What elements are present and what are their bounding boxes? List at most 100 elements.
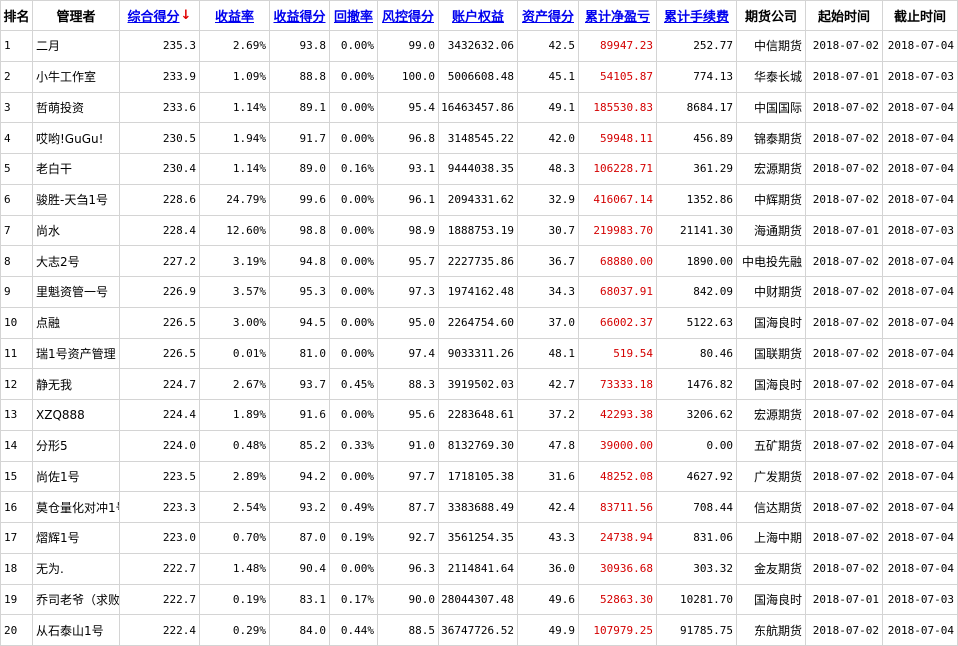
cell-end-date: 2018-07-04	[883, 523, 958, 554]
cell-start-date: 2018-07-02	[806, 615, 883, 646]
cell-composite-score: 227.2	[120, 246, 200, 277]
cell-rank: 16	[0, 492, 33, 523]
cell-end-date: 2018-07-04	[883, 553, 958, 585]
cell-rank: 19	[0, 584, 33, 616]
cell-end-date: 2018-07-04	[883, 92, 958, 124]
cell-return-score: 89.1	[270, 92, 330, 124]
sort-by-drawdown-rate-link[interactable]: 回撤率	[334, 6, 373, 25]
cell-composite-score: 226.5	[120, 307, 200, 339]
cell-risk-score: 97.3	[378, 277, 439, 308]
cell-account-equity: 8132769.30	[439, 430, 518, 462]
cell-return-rate: 1.94%	[200, 123, 270, 154]
column-header-net-pnl[interactable]: 累计净盈亏	[579, 0, 657, 31]
cell-net-pnl: 68037.91	[579, 277, 657, 308]
cell-composite-score: 223.3	[120, 492, 200, 523]
cell-return-score: 93.2	[270, 492, 330, 523]
sort-by-return-rate-link[interactable]: 收益率	[215, 6, 254, 25]
column-header-asset-score[interactable]: 资产得分	[518, 0, 579, 31]
cell-drawdown-rate: 0.00%	[330, 246, 378, 277]
cell-fee: 5122.63	[657, 307, 737, 339]
cell-asset-score: 43.3	[518, 523, 579, 554]
cell-futures-company: 金友期货	[737, 553, 806, 585]
cell-manager: 大志2号	[33, 246, 120, 277]
cell-account-equity: 36747726.52	[439, 615, 518, 646]
cell-return-rate: 12.60%	[200, 215, 270, 247]
column-header-label: 管理者	[56, 10, 96, 25]
cell-futures-company: 五矿期货	[737, 430, 806, 462]
cell-account-equity: 1718105.38	[439, 461, 518, 493]
cell-net-pnl: 519.54	[579, 338, 657, 370]
cell-risk-score: 100.0	[378, 61, 439, 93]
cell-return-score: 98.8	[270, 215, 330, 247]
cell-manager: 骏胜-天刍1号	[33, 184, 120, 216]
cell-end-date: 2018-07-04	[883, 492, 958, 523]
sort-by-net-pnl-link[interactable]: 累计净盈亏	[585, 6, 650, 25]
cell-risk-score: 96.3	[378, 553, 439, 585]
table-row: 15 尚佐1号 223.5 2.89% 94.2 0.00% 97.7 1718105.38 3…	[0, 461, 958, 493]
cell-composite-score: 226.5	[120, 338, 200, 370]
sort-by-composite-score-link[interactable]: 综合得分	[128, 6, 180, 25]
cell-composite-score: 228.6	[120, 184, 200, 216]
cell-drawdown-rate: 0.00%	[330, 461, 378, 493]
cell-asset-score: 31.6	[518, 461, 579, 493]
cell-rank: 13	[0, 400, 33, 431]
cell-asset-score: 42.4	[518, 492, 579, 523]
column-header-drawdown-rate[interactable]: 回撤率	[330, 0, 378, 31]
cell-rank: 2	[0, 61, 33, 93]
cell-net-pnl: 219983.70	[579, 215, 657, 247]
column-header-return-score[interactable]: 收益得分	[270, 0, 330, 31]
cell-return-rate: 1.14%	[200, 92, 270, 124]
cell-drawdown-rate: 0.00%	[330, 123, 378, 154]
cell-return-score: 93.7	[270, 369, 330, 400]
column-header-return-rate[interactable]: 收益率	[200, 0, 270, 31]
cell-start-date: 2018-07-02	[806, 338, 883, 370]
cell-risk-score: 96.8	[378, 123, 439, 154]
sort-by-account-equity-link[interactable]: 账户权益	[452, 6, 504, 25]
sort-by-return-score-link[interactable]: 收益得分	[273, 6, 325, 25]
cell-rank: 8	[0, 246, 33, 277]
cell-account-equity: 16463457.86	[439, 92, 518, 124]
cell-return-score: 94.8	[270, 246, 330, 277]
cell-risk-score: 95.7	[378, 246, 439, 277]
cell-composite-score: 226.9	[120, 277, 200, 308]
cell-net-pnl: 89947.23	[579, 31, 657, 62]
cell-return-score: 87.0	[270, 523, 330, 554]
cell-composite-score: 222.7	[120, 584, 200, 616]
cell-net-pnl: 68880.00	[579, 246, 657, 277]
cell-start-date: 2018-07-01	[806, 61, 883, 93]
cell-risk-score: 88.5	[378, 615, 439, 646]
sort-by-asset-score-link[interactable]: 资产得分	[522, 6, 574, 25]
cell-net-pnl: 416067.14	[579, 184, 657, 216]
column-header-fee[interactable]: 累计手续费	[657, 0, 737, 31]
cell-manager: 乔司老爷（求败	[33, 584, 120, 616]
cell-return-rate: 0.29%	[200, 615, 270, 646]
sort-by-risk-score-link[interactable]: 风控得分	[382, 6, 434, 25]
cell-rank: 4	[0, 123, 33, 154]
cell-rank: 9	[0, 277, 33, 308]
cell-start-date: 2018-07-01	[806, 215, 883, 247]
cell-risk-score: 97.7	[378, 461, 439, 493]
cell-risk-score: 98.9	[378, 215, 439, 247]
cell-return-score: 91.6	[270, 400, 330, 431]
cell-drawdown-rate: 0.00%	[330, 553, 378, 585]
cell-manager: 莫仓量化对冲1号	[33, 492, 120, 523]
cell-net-pnl: 24738.94	[579, 523, 657, 554]
column-header-composite-score[interactable]: 综合得分 ↓	[120, 0, 200, 31]
cell-manager: 二月	[33, 31, 120, 62]
cell-drawdown-rate: 0.00%	[330, 31, 378, 62]
cell-end-date: 2018-07-03	[883, 215, 958, 247]
table-row: 18 无为. 222.7 1.48% 90.4 0.00% 96.3 2114841.64 36…	[0, 553, 958, 585]
cell-fee: 1352.86	[657, 184, 737, 216]
column-header-risk-score[interactable]: 风控得分	[378, 0, 439, 31]
cell-composite-score: 223.5	[120, 461, 200, 493]
cell-rank: 6	[0, 184, 33, 216]
cell-end-date: 2018-07-04	[883, 307, 958, 339]
cell-fee: 80.46	[657, 338, 737, 370]
cell-net-pnl: 39000.00	[579, 430, 657, 462]
table-row: 5 老白干 230.4 1.14% 89.0 0.16% 93.1 9444038.35 48.…	[0, 154, 958, 185]
column-header-account-equity[interactable]: 账户权益	[439, 0, 518, 31]
sort-by-fee-link[interactable]: 累计手续费	[664, 6, 729, 25]
table-row: 13 XZQ888 224.4 1.89% 91.6 0.00% 95.6 2283648.6…	[0, 400, 958, 431]
cell-fee: 252.77	[657, 31, 737, 62]
cell-futures-company: 中电投先融	[737, 246, 806, 277]
